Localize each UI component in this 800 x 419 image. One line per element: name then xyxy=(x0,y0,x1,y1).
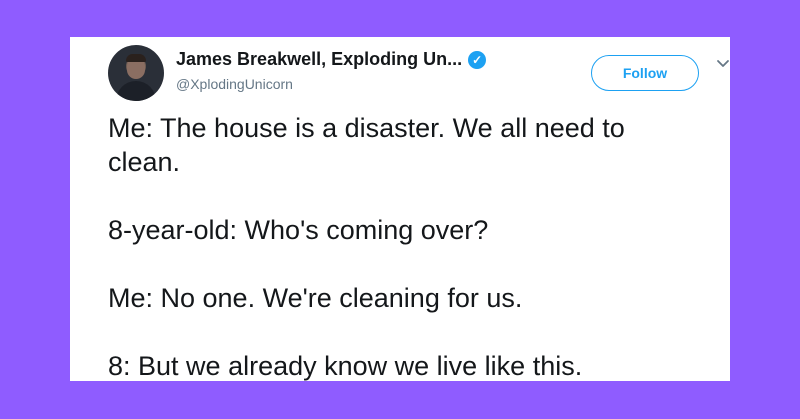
avatar[interactable] xyxy=(108,45,164,101)
tweet-card: James Breakwell, Exploding Un... ✓ @Xplo… xyxy=(70,37,730,381)
tweet-header: James Breakwell, Exploding Un... ✓ @Xplo… xyxy=(108,45,730,115)
user-handle[interactable]: @XplodingUnicorn xyxy=(176,76,293,92)
tweet-line: clean. xyxy=(108,147,181,177)
tweet-text: Me: The house is a disaster. We all need… xyxy=(108,111,698,383)
display-name[interactable]: James Breakwell, Exploding Un... xyxy=(176,49,462,70)
avatar-hair xyxy=(126,54,146,62)
tweet-line: Me: No one. We're cleaning for us. xyxy=(108,283,523,313)
follow-button[interactable]: Follow xyxy=(591,55,699,91)
name-row: James Breakwell, Exploding Un... ✓ xyxy=(176,49,487,70)
verified-check-icon: ✓ xyxy=(468,50,487,69)
tweet-line: Me: The house is a disaster. We all need… xyxy=(108,113,625,143)
avatar-shoulders xyxy=(116,81,156,101)
tweet-line: 8-year-old: Who's coming over? xyxy=(108,215,489,245)
chevron-down-icon[interactable] xyxy=(716,57,730,71)
tweet-line: 8: But we already know we live like this… xyxy=(108,351,583,381)
